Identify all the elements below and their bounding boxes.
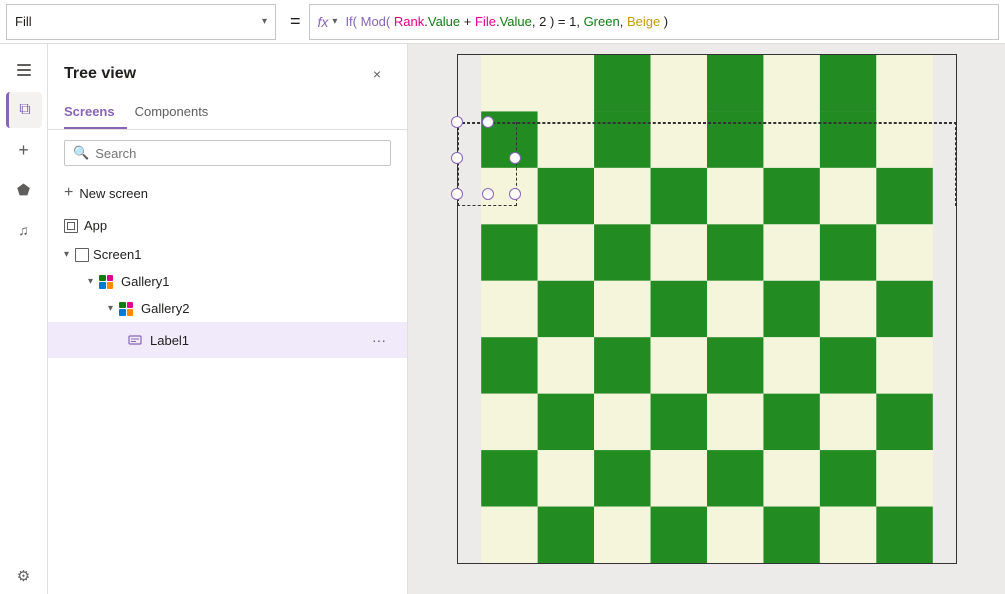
hamburger-icon [17, 64, 31, 76]
hamburger-menu-button[interactable] [6, 52, 42, 88]
label-icon [128, 333, 142, 347]
more-icon: ··· [372, 332, 386, 348]
app-item[interactable]: App [48, 210, 407, 241]
label1-label: Label1 [150, 333, 363, 348]
tree-view-title: Tree view [64, 65, 136, 83]
plus-icon: + [64, 184, 73, 202]
plus-icon: + [18, 140, 29, 161]
new-screen-button[interactable]: + New screen [48, 176, 407, 210]
tree-search-container: 🔍 [64, 140, 391, 166]
formula-text: If( Mod( Rank.Value + File.Value, 2 ) = … [345, 14, 668, 29]
screen1-label: Screen1 [93, 247, 391, 262]
gallery2-icon [119, 302, 133, 316]
tools-button[interactable]: ⚙ [6, 558, 42, 594]
tree-items: ▾ Screen1 ▾ Gallery1 ▾ [48, 241, 407, 594]
fx-label: fx [318, 14, 329, 30]
data-button[interactable]: ⬟ [6, 172, 42, 208]
screen-icon [75, 248, 89, 262]
tab-components[interactable]: Components [135, 96, 221, 129]
search-icon: 🔍 [73, 145, 89, 161]
add-button[interactable]: + [6, 132, 42, 168]
app-icon [64, 219, 78, 233]
fill-dropdown[interactable]: Fill ▾ [6, 4, 276, 40]
app-label: App [84, 218, 107, 233]
search-input[interactable] [95, 146, 382, 161]
close-icon: × [373, 66, 381, 82]
main-area: ⧉ + ⬟ ♫ ⚙ Tree view × Screens Compo [0, 44, 1005, 594]
checkerboard-container [457, 54, 957, 564]
formula-bar[interactable]: fx ▾ If( Mod( Rank.Value + File.Value, 2… [309, 4, 999, 40]
tab-screens[interactable]: Screens [64, 96, 127, 129]
layers-icon: ⧉ [19, 101, 30, 119]
label1-more-button[interactable]: ··· [367, 328, 391, 352]
canvas-area [408, 44, 1005, 594]
chevron-down-icon: ▾ [64, 249, 69, 260]
chevron-down-icon: ▾ [262, 16, 267, 27]
chevron-down-icon: ▾ [108, 303, 113, 314]
checkerboard-canvas[interactable] [457, 54, 957, 564]
new-screen-label: New screen [79, 186, 148, 201]
tree-header: Tree view × [48, 44, 407, 96]
top-bar: Fill ▾ = fx ▾ If( Mod( Rank.Value + File… [0, 0, 1005, 44]
tree-panel: Tree view × Screens Components 🔍 + New s… [48, 44, 408, 594]
tree-item-gallery1[interactable]: ▾ Gallery1 [48, 268, 407, 295]
tools-icon: ⚙ [17, 567, 30, 585]
tree-item-screen1[interactable]: ▾ Screen1 [48, 241, 407, 268]
tree-tabs: Screens Components [48, 96, 407, 130]
icon-rail: ⧉ + ⬟ ♫ ⚙ [0, 44, 48, 594]
fill-dropdown-label: Fill [15, 14, 262, 29]
tree-close-button[interactable]: × [363, 60, 391, 88]
gallery2-label: Gallery2 [141, 301, 391, 316]
equals-sign: = [290, 11, 301, 32]
tree-item-gallery2[interactable]: ▾ Gallery2 [48, 295, 407, 322]
gallery1-label: Gallery1 [121, 274, 391, 289]
cylinder-icon: ⬟ [17, 181, 30, 199]
gallery1-icon [99, 275, 113, 289]
chevron-down-icon: ▾ [88, 276, 93, 287]
media-button[interactable]: ♫ [6, 212, 42, 248]
fx-chevron-icon: ▾ [332, 16, 337, 27]
media-icon: ♫ [18, 222, 29, 238]
tree-item-label1[interactable]: Label1 ··· [48, 322, 407, 358]
layers-button[interactable]: ⧉ [6, 92, 42, 128]
